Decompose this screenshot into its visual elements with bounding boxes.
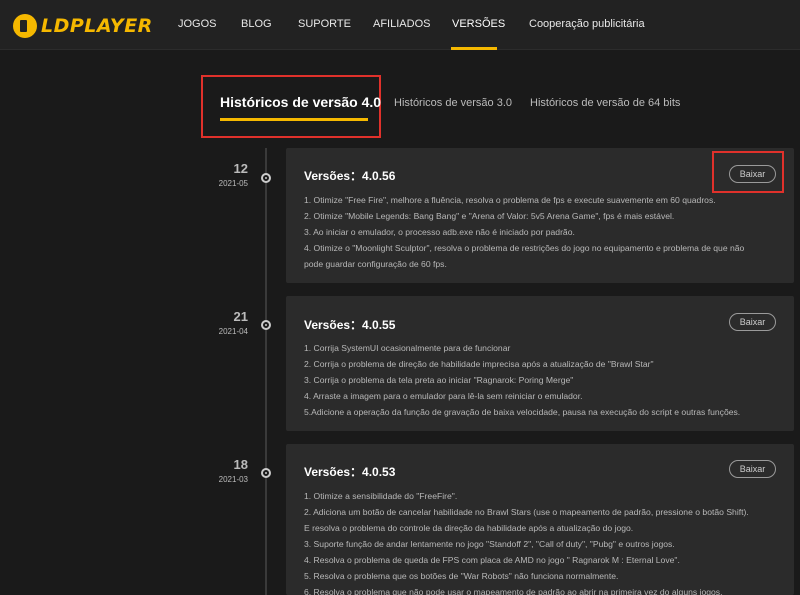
nav-item-versoes[interactable]: VERSÕES xyxy=(452,18,505,30)
release-note: 2. Corrija o problema de direção de habi… xyxy=(304,359,654,369)
timeline-line xyxy=(265,148,267,595)
tab-version-3[interactable]: Históricos de versão 3.0 xyxy=(394,97,512,109)
release-note: 1. Otimize "Free Fire", melhore a fluênc… xyxy=(304,195,716,205)
release-month: 2021-05 xyxy=(218,179,248,188)
nav-item-afiliados[interactable]: AFILIADOS xyxy=(373,18,430,30)
nav-item-cooperacao[interactable]: Cooperação publicitária xyxy=(529,18,645,30)
tab-version-64bit[interactable]: Históricos de versão de 64 bits xyxy=(530,97,680,109)
ldplayer-logo-icon xyxy=(13,14,37,38)
release-note: 5. Resolva o problema que os botões de "… xyxy=(304,571,619,581)
release-card: Versões：4.0.55 Baixar 1. Corrija SystemU… xyxy=(286,296,794,431)
release-note: 4. Otimize o "Moonlight Sculptor", resol… xyxy=(304,243,745,253)
timeline-dot-icon xyxy=(261,468,271,478)
ldplayer-logo[interactable]: LDPLAYER xyxy=(13,13,153,39)
release-note: 3. Ao iniciar o emulador, o processo adb… xyxy=(304,227,575,237)
nav-item-suporte[interactable]: SUPORTE xyxy=(298,18,351,30)
top-header: LDPLAYER JOGOS BLOG SUPORTE AFILIADOS VE… xyxy=(0,0,800,50)
release-notes: 1. Otimize "Free Fire", melhore a fluênc… xyxy=(304,192,780,272)
release-title: Versões：4.0.53 xyxy=(304,465,396,479)
release-day: 12 xyxy=(233,161,248,176)
release-note: 2. Adiciona um botão de cancelar habilid… xyxy=(304,507,749,517)
tab-version-4[interactable]: Históricos de versão 4.0 xyxy=(220,94,381,110)
release-note: E resolva o problema do controle da dire… xyxy=(304,523,634,533)
timeline-dot-icon xyxy=(261,320,271,330)
release-note: 6. Resolva o problema que não pode usar … xyxy=(304,587,723,595)
release-notes: 1. Otimize a sensibilidade do "FreeFire"… xyxy=(304,488,780,595)
highlight-box-download xyxy=(712,151,784,193)
release-notes: 1. Corrija SystemUI ocasionalmente para … xyxy=(304,340,780,420)
release-note: 1. Corrija SystemUI ocasionalmente para … xyxy=(304,343,511,353)
release-note: 1. Otimize a sensibilidade do "FreeFire"… xyxy=(304,491,458,501)
release-note: pode guardar configuração de 60 fps. xyxy=(304,259,447,269)
release-title: Versões：4.0.56 xyxy=(304,169,396,183)
release-day: 18 xyxy=(233,457,248,472)
release-note: 2. Otimize "Mobile Legends: Bang Bang" e… xyxy=(304,211,675,221)
download-button[interactable]: Baixar xyxy=(729,460,776,478)
nav-item-jogos[interactable]: JOGOS xyxy=(178,18,217,30)
release-month: 2021-04 xyxy=(218,327,248,336)
release-note: 4. Resolva o problema de queda de FPS co… xyxy=(304,555,680,565)
nav-active-indicator xyxy=(451,47,497,50)
release-day: 21 xyxy=(233,309,248,324)
release-note: 4. Arraste a imagem para o emulador para… xyxy=(304,391,583,401)
release-note: 3. Corrija o problema da tela preta ao i… xyxy=(304,375,574,385)
brand-name: LDPLAYER xyxy=(41,15,153,37)
release-card: Versões：4.0.53 Baixar 1. Otimize a sensi… xyxy=(286,444,794,595)
nav-item-blog[interactable]: BLOG xyxy=(241,18,272,30)
tab-active-indicator xyxy=(220,118,368,121)
release-note: 3. Suporte função de andar lentamente no… xyxy=(304,539,675,549)
release-note: 5.Adicione a operação da função de grava… xyxy=(304,407,741,417)
download-button[interactable]: Baixar xyxy=(729,313,776,331)
timeline-dot-icon xyxy=(261,173,271,183)
release-title: Versões：4.0.55 xyxy=(304,318,396,332)
release-month: 2021-03 xyxy=(218,475,248,484)
